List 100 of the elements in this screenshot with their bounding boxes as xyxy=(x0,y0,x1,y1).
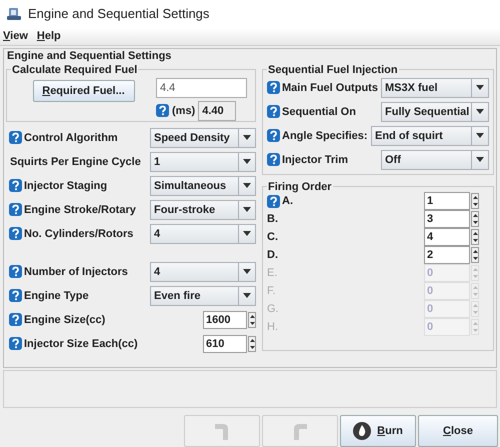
caret-icon xyxy=(476,109,484,114)
up-arrow-icon xyxy=(472,214,478,218)
close-button[interactable]: Close xyxy=(418,415,498,447)
burn-button[interactable]: Burn xyxy=(340,415,416,447)
caret-icon xyxy=(243,293,251,298)
number-field[interactable]: 3 xyxy=(424,210,470,228)
dropdown[interactable]: Off xyxy=(381,150,489,170)
caret-icon xyxy=(243,135,251,140)
help-icon[interactable] xyxy=(267,194,280,208)
up-arrow-icon xyxy=(472,304,478,308)
dropdown[interactable]: MS3X fuel xyxy=(381,78,489,98)
down-arrow-icon xyxy=(472,203,478,206)
up-arrow-icon xyxy=(472,286,478,290)
field-label: Engine Size(cc) xyxy=(24,314,106,326)
help-icon[interactable] xyxy=(267,153,280,166)
help-icon[interactable] xyxy=(9,265,22,278)
field-label: Injector Trim xyxy=(282,154,348,166)
caret-icon xyxy=(243,183,251,188)
help-icon[interactable] xyxy=(9,227,22,240)
dropdown[interactable]: Simultaneous xyxy=(150,176,256,196)
up-arrow-icon xyxy=(472,250,478,254)
app-icon xyxy=(7,6,21,21)
field-label: Engine Stroke/Rotary xyxy=(24,204,136,216)
down-arrow-icon xyxy=(472,275,478,278)
field-label: B. xyxy=(267,213,278,226)
caret-icon xyxy=(476,133,484,138)
up-arrow-icon xyxy=(472,232,478,236)
required-fuel-button[interactable]: Required Fuel... xyxy=(32,80,134,102)
field-label: Main Fuel Outputs xyxy=(282,82,378,94)
field-label: C. xyxy=(267,231,278,244)
field-label: Engine Type xyxy=(24,290,89,302)
up-arrow-icon xyxy=(472,196,478,200)
number-field[interactable]: 1 xyxy=(424,192,470,210)
field-label: G. xyxy=(267,303,279,316)
down-arrow-icon xyxy=(250,322,254,325)
unit-label: (ms) xyxy=(172,104,196,117)
field-label: D. xyxy=(267,249,278,262)
field-label: Control Algorithm xyxy=(24,132,118,144)
help-icon[interactable] xyxy=(267,129,280,142)
dropdown[interactable]: 1 xyxy=(150,152,256,172)
number-field[interactable]: 2 xyxy=(424,246,470,264)
down-arrow-icon xyxy=(472,221,478,224)
spinner-buttons[interactable] xyxy=(471,193,479,210)
help-icon[interactable] xyxy=(267,105,280,118)
up-arrow-icon xyxy=(472,322,478,326)
number-field[interactable]: 4 xyxy=(424,228,470,246)
caret-icon xyxy=(243,269,251,274)
spinner-buttons[interactable] xyxy=(471,247,479,264)
spinner-buttons[interactable] xyxy=(248,312,256,328)
help-icon[interactable] xyxy=(267,81,280,94)
number-field[interactable]: 1600 xyxy=(203,310,247,329)
dropdown[interactable]: Speed Density xyxy=(150,128,256,148)
down-arrow-icon xyxy=(250,346,254,349)
field-label: A. xyxy=(282,195,293,208)
menu-item[interactable]: Help xyxy=(36,30,61,42)
help-icon[interactable] xyxy=(9,313,22,326)
panel-title: Engine and Sequential Settings xyxy=(6,48,172,64)
window-title: Engine and Sequential Settings xyxy=(28,6,210,22)
up-arrow-icon xyxy=(472,268,478,272)
field-label: Angle Specifies: xyxy=(282,130,368,142)
help-icon[interactable] xyxy=(156,104,169,118)
spinner-buttons[interactable] xyxy=(248,336,256,352)
caret-icon xyxy=(243,207,251,212)
caret-icon xyxy=(476,85,484,90)
group-title: Sequential Fuel Injection xyxy=(267,64,399,76)
dropdown[interactable]: Four-stroke xyxy=(150,200,256,220)
help-icon[interactable] xyxy=(9,131,22,144)
dropdown[interactable]: End of squirt xyxy=(371,126,489,146)
help-icon[interactable] xyxy=(9,203,22,216)
help-icon[interactable] xyxy=(9,289,22,302)
dropdown[interactable]: Fully Sequential xyxy=(381,102,489,122)
spinner-buttons[interactable] xyxy=(471,229,479,246)
spinner-buttons[interactable] xyxy=(471,211,479,228)
field-label: F. xyxy=(267,285,276,298)
field-label: H. xyxy=(267,321,278,334)
menu-item[interactable]: View xyxy=(3,30,28,42)
dropdown[interactable]: Even fire xyxy=(150,286,256,306)
required-fuel-field[interactable]: 4.4 xyxy=(156,78,247,98)
group-title: Calculate Required Fuel xyxy=(11,64,138,76)
down-arrow-icon xyxy=(472,239,478,242)
dropdown[interactable]: 4 xyxy=(150,262,256,282)
down-arrow-icon xyxy=(472,329,478,332)
field-label: Number of Injectors xyxy=(24,266,128,278)
field-label: Injector Size Each(cc) xyxy=(24,338,138,350)
field-label: E. xyxy=(267,267,278,280)
field-label: Sequential On xyxy=(282,106,356,118)
help-icon[interactable] xyxy=(9,179,22,192)
field-label: No. Cylinders/Rotors xyxy=(24,228,134,240)
down-arrow-icon xyxy=(472,257,478,260)
caret-icon xyxy=(243,159,251,164)
help-icon[interactable] xyxy=(9,337,22,350)
group-title: Firing Order xyxy=(267,180,333,193)
field-label: Injector Staging xyxy=(24,180,108,192)
up-arrow-icon xyxy=(250,314,254,318)
computed-value-field[interactable]: 4.40 xyxy=(198,100,236,121)
up-arrow-icon xyxy=(250,338,254,342)
dropdown[interactable]: 4 xyxy=(150,224,256,244)
down-arrow-icon xyxy=(472,311,478,314)
down-arrow-icon xyxy=(472,293,478,296)
number-field[interactable]: 610 xyxy=(203,334,247,353)
